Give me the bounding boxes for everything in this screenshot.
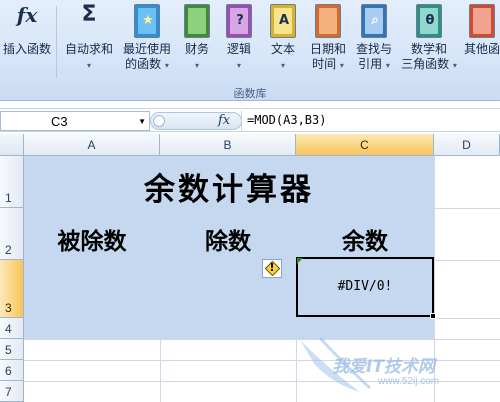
logical-button[interactable]: ? 逻辑 ▾ bbox=[222, 4, 256, 73]
worksheet-grid[interactable]: A B C D 1 2 3 4 5 6 7 余数计算器 被除数 除数 余数 ! … bbox=[0, 134, 500, 402]
name-box[interactable]: C3 ▼ bbox=[0, 111, 150, 131]
autosum-label: 自动求和 bbox=[64, 42, 113, 56]
financial-button[interactable]: 财务 ▾ bbox=[180, 4, 214, 73]
row-header-1[interactable]: 1 bbox=[0, 156, 24, 208]
column-header-a[interactable]: A bbox=[24, 134, 160, 156]
sheet-title-cell[interactable]: 余数计算器 bbox=[24, 164, 434, 209]
gridline bbox=[434, 260, 500, 261]
more-functions-label: 其他函 bbox=[463, 42, 500, 56]
handle-knob-icon bbox=[153, 115, 165, 127]
chevron-down-icon: ▾ bbox=[339, 61, 344, 70]
column-header-c[interactable]: C bbox=[296, 134, 434, 156]
chevron-down-icon[interactable]: ▼ bbox=[138, 117, 146, 126]
chevron-down-icon: ▾ bbox=[164, 61, 169, 70]
chevron-down-icon: ▾ bbox=[385, 61, 390, 70]
formula-input[interactable]: =MOD(A3,B3) bbox=[247, 113, 326, 127]
chevron-down-icon: ▾ bbox=[280, 61, 285, 70]
row-header-6[interactable]: 6 bbox=[0, 360, 24, 381]
recent-functions-label: 最近使用 bbox=[122, 42, 171, 56]
insert-function-fx-button[interactable]: fx bbox=[218, 113, 230, 128]
exclamation-icon: ! bbox=[269, 261, 275, 274]
insert-function-button[interactable]: fx 插入函数 bbox=[0, 4, 54, 57]
watermark-text: 我爱IT技术网 bbox=[332, 357, 435, 377]
select-all-corner[interactable] bbox=[0, 134, 24, 156]
ribbon-group-label: 函数库 bbox=[233, 87, 267, 100]
math-trig-button[interactable]: θ 数学和 三角函数 ▾ bbox=[398, 4, 460, 73]
lookup-book-icon: ⌕ bbox=[361, 4, 387, 38]
lookup-reference-label-2: 引用 bbox=[358, 57, 383, 71]
ribbon-separator bbox=[56, 6, 57, 78]
header-dividend-cell[interactable]: 被除数 bbox=[24, 222, 160, 256]
gridline bbox=[434, 208, 500, 209]
math-trig-label: 数学和 bbox=[410, 42, 447, 56]
recent-functions-button[interactable]: ★ 最近使用 的函数 ▾ bbox=[119, 4, 175, 73]
more-book-icon bbox=[469, 4, 495, 38]
chevron-down-icon: ▾ bbox=[452, 61, 457, 70]
chevron-down-icon: ▾ bbox=[86, 61, 91, 70]
row-header-7[interactable]: 7 bbox=[0, 381, 24, 402]
row-header-5[interactable]: 5 bbox=[0, 339, 24, 360]
text-book-icon: A bbox=[270, 4, 296, 38]
formula-separator bbox=[241, 111, 242, 131]
column-header-b[interactable]: B bbox=[160, 134, 296, 156]
lookup-reference-label: 查找与 bbox=[355, 42, 392, 56]
autosum-button[interactable]: Σ 自动求和 ▾ bbox=[60, 4, 118, 73]
math-book-icon: θ bbox=[416, 4, 442, 38]
ribbon-formulas: fx 插入函数 Σ 自动求和 ▾ ★ 最近使用 的函数 ▾ 财务 ▾ ? 逻辑 … bbox=[0, 0, 500, 101]
date-book-icon bbox=[315, 4, 341, 38]
column-header-d[interactable]: D bbox=[434, 134, 500, 156]
gridline bbox=[434, 318, 500, 319]
date-time-button[interactable]: 日期和 时间 ▾ bbox=[306, 4, 350, 73]
sigma-icon: Σ bbox=[81, 2, 97, 27]
error-indicator-button[interactable]: ! bbox=[262, 259, 282, 278]
date-time-label: 日期和 bbox=[309, 42, 346, 56]
more-functions-button[interactable]: 其他函 bbox=[460, 4, 500, 57]
lookup-reference-button[interactable]: ⌕ 查找与 引用 ▾ bbox=[352, 4, 396, 73]
name-box-value: C3 bbox=[51, 114, 68, 129]
header-divisor-cell[interactable]: 除数 bbox=[160, 222, 296, 256]
result-value: #DIV/0! bbox=[337, 279, 393, 294]
watermark: 我爱IT技术网 www.52ij.com bbox=[290, 330, 500, 400]
watermark-url: www.52ij.com bbox=[378, 376, 440, 387]
chevron-down-icon: ▾ bbox=[194, 61, 199, 70]
error-triangle-icon bbox=[297, 258, 303, 264]
financial-label: 财务 bbox=[184, 42, 209, 56]
logic-book-icon: ? bbox=[226, 4, 252, 38]
chevron-down-icon: ▾ bbox=[236, 61, 241, 70]
gridline bbox=[160, 339, 161, 402]
row-header-4[interactable]: 4 bbox=[0, 318, 24, 339]
text-button[interactable]: A 文本 ▾ bbox=[266, 4, 300, 73]
text-label: 文本 bbox=[270, 42, 295, 56]
finance-book-icon bbox=[184, 4, 210, 38]
fx-icon: fx bbox=[16, 3, 38, 27]
row-header-2[interactable]: 2 bbox=[0, 208, 24, 260]
insert-function-label: 插入函数 bbox=[2, 42, 51, 56]
date-time-label-2: 时间 bbox=[312, 57, 337, 71]
fill-handle[interactable] bbox=[430, 313, 436, 319]
result-cell-c3[interactable]: #DIV/0! bbox=[296, 257, 434, 317]
star-book-icon: ★ bbox=[134, 4, 160, 38]
math-trig-label-2: 三角函数 bbox=[401, 57, 450, 71]
header-remainder-cell[interactable]: 余数 bbox=[296, 222, 434, 256]
row-header-3[interactable]: 3 bbox=[0, 260, 24, 318]
recent-functions-label-2: 的函数 bbox=[125, 57, 162, 71]
formula-bar: C3 ▼ fx =MOD(A3,B3) bbox=[0, 108, 500, 132]
logical-label: 逻辑 bbox=[226, 42, 251, 56]
